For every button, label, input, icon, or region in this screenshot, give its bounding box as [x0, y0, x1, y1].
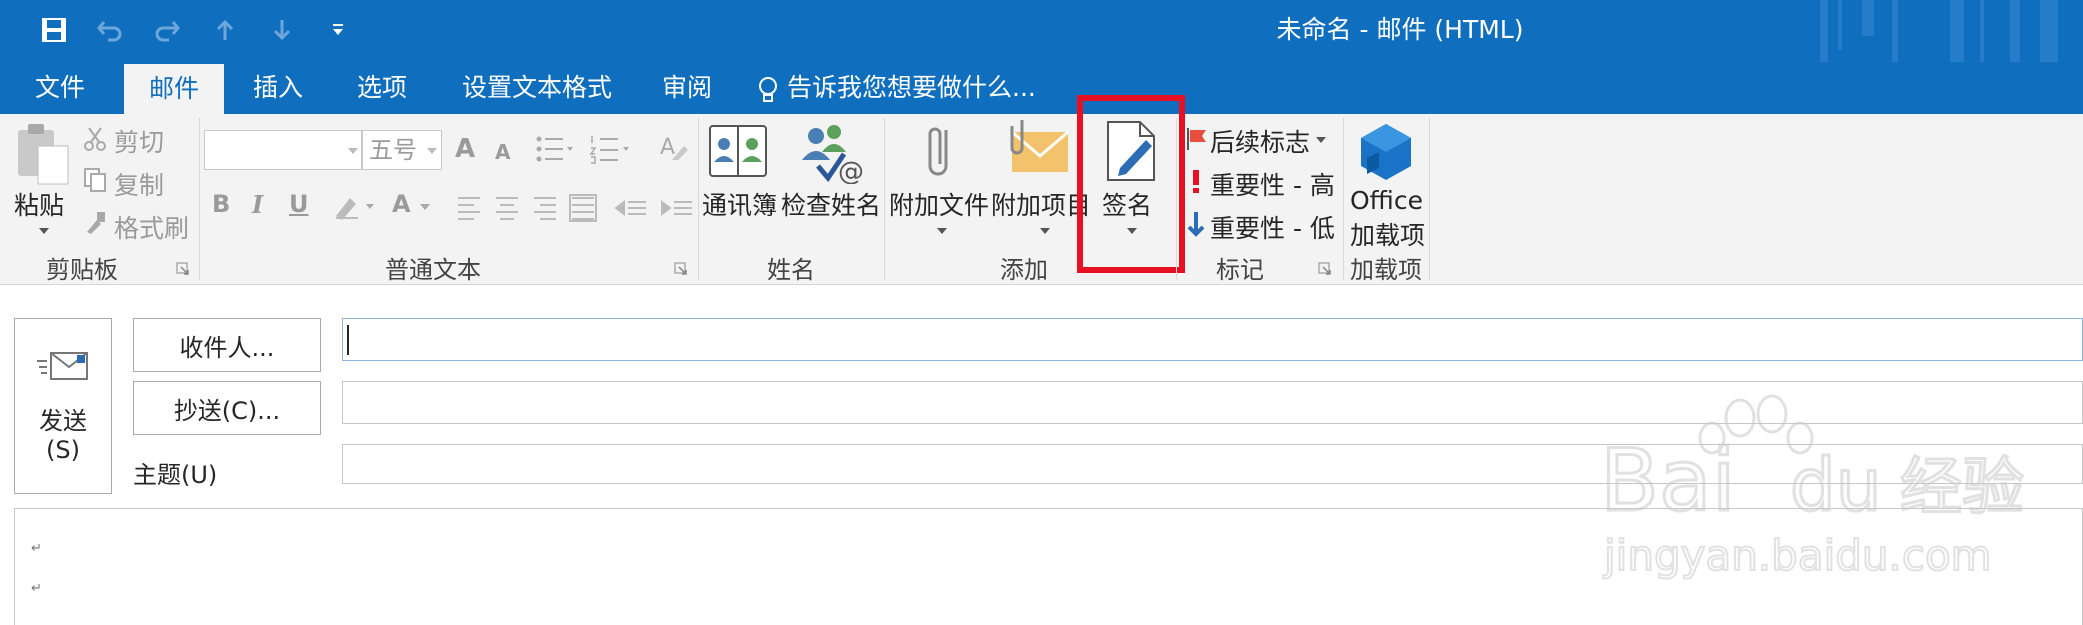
group-separator	[1343, 118, 1344, 280]
cc-button[interactable]: 抄送(C)...	[133, 381, 321, 435]
paragraph-mark: ↵	[31, 581, 42, 596]
tab-row	[0, 62, 2083, 114]
check-names-button[interactable]: 检查姓名	[781, 186, 881, 222]
clipboard-launcher-icon[interactable]	[176, 262, 190, 276]
shrink-font-icon[interactable]: A	[495, 140, 510, 164]
baidu-jingyan-watermark: Bai du 经验 jingyan.baidu.com	[1590, 390, 2070, 590]
high-importance-icon	[1186, 168, 1206, 194]
font-color-button[interactable]: A	[392, 190, 411, 218]
cut-button[interactable]: 剪切	[114, 123, 164, 159]
subject-label: 主题(U)	[133, 461, 218, 489]
bullets-icon[interactable]	[535, 134, 575, 164]
italic-button[interactable]: I	[252, 190, 263, 219]
bold-button[interactable]: B	[212, 190, 230, 218]
attach-item-icon	[1008, 118, 1070, 180]
redo-icon[interactable]	[147, 8, 187, 52]
tags-launcher-icon[interactable]	[1318, 262, 1332, 276]
attach-file-dropdown-icon[interactable]	[937, 228, 947, 234]
font-color-dropdown-icon[interactable]	[420, 204, 430, 210]
group-separator	[698, 118, 699, 280]
tab-mail[interactable]: 邮件	[124, 64, 224, 114]
attach-file-button[interactable]: 附加文件	[889, 186, 989, 222]
customize-qat-icon[interactable]	[318, 8, 358, 52]
text-cursor	[347, 325, 349, 355]
save-icon[interactable]	[34, 8, 74, 52]
office-addins-button-line2[interactable]: 加载项	[1350, 216, 1425, 252]
office-addins-button-line1[interactable]: Office	[1350, 186, 1423, 215]
watermark-du: du	[1790, 443, 1881, 527]
paste-icon	[14, 122, 72, 186]
group-separator	[1429, 118, 1430, 280]
format-painter-button[interactable]: 格式刷	[114, 209, 189, 245]
addins-group-label: 加载项	[1350, 256, 1422, 284]
names-group-label: 姓名	[767, 256, 815, 284]
group-separator	[199, 118, 200, 280]
basic-text-launcher-icon[interactable]	[674, 262, 688, 276]
underline-button[interactable]: U	[289, 190, 309, 218]
office-addins-icon	[1357, 122, 1415, 182]
attach-item-dropdown-icon[interactable]	[1040, 228, 1050, 234]
copy-button[interactable]: 复制	[114, 166, 164, 202]
send-label: 发送	[39, 406, 87, 435]
tell-me-search[interactable]: 告诉我您想要做什么...	[787, 62, 1036, 114]
send-shortcut: (S)	[46, 435, 80, 464]
numbering-icon[interactable]	[588, 134, 632, 164]
font-name-input[interactable]	[204, 130, 362, 170]
grow-font-icon[interactable]: A	[455, 134, 475, 164]
address-book-button[interactable]: 通讯簿	[702, 186, 777, 222]
font-name-dropdown-icon[interactable]	[348, 148, 358, 154]
window-title: 未命名 - 邮件 (HTML)	[1276, 15, 1524, 44]
tags-group-label: 标记	[1216, 256, 1264, 284]
to-button[interactable]: 收件人...	[133, 318, 321, 372]
group-separator	[1176, 118, 1177, 280]
highlight-icon[interactable]	[332, 190, 380, 222]
include-group-label: 添加	[1000, 256, 1048, 284]
title-bar	[0, 0, 2083, 62]
low-importance-button[interactable]: 重要性 - 低	[1210, 209, 1335, 245]
cut-icon	[83, 126, 107, 152]
paragraph-mark: ↵	[31, 541, 42, 556]
low-importance-icon	[1186, 210, 1206, 238]
paragraph-align-icons[interactable]	[456, 194, 706, 222]
tab-format-text[interactable]: 设置文本格式	[462, 62, 612, 114]
group-separator	[884, 118, 885, 280]
paste-dropdown-icon[interactable]	[39, 228, 49, 234]
high-importance-button[interactable]: 重要性 - 高	[1210, 166, 1335, 202]
copy-icon	[83, 167, 107, 193]
check-names-icon: @	[798, 122, 864, 187]
address-book-icon	[708, 122, 770, 182]
tab-options[interactable]: 选项	[357, 62, 407, 114]
follow-up-dropdown-icon[interactable]	[1316, 137, 1326, 143]
attach-item-button[interactable]: 附加项目	[991, 186, 1091, 222]
signature-highlight-box	[1077, 95, 1185, 273]
follow-up-button[interactable]: 后续标志	[1210, 123, 1310, 159]
clear-formatting-icon[interactable]: A	[658, 132, 690, 164]
clipboard-group-label: 剪贴板	[46, 256, 118, 284]
watermark-brand: 经验	[1900, 450, 2024, 523]
svg-text:A: A	[660, 135, 675, 160]
send-icon	[37, 351, 88, 380]
flag-icon	[1186, 126, 1208, 152]
to-field[interactable]	[342, 318, 2083, 361]
lightbulb-icon	[755, 75, 781, 105]
watermark-url: jingyan.baidu.com	[1603, 531, 1992, 580]
undo-icon[interactable]	[90, 8, 130, 52]
up-arrow-icon[interactable]	[205, 8, 245, 52]
paste-button[interactable]: 粘贴	[14, 186, 64, 222]
tab-review[interactable]: 审阅	[662, 62, 712, 114]
paperclip-icon	[924, 120, 958, 182]
font-size-dropdown-icon[interactable]	[427, 148, 437, 154]
watermark-bai: Bai	[1600, 431, 1736, 531]
basic-text-group-label: 普通文本	[385, 256, 481, 284]
down-arrow-icon[interactable]	[262, 8, 302, 52]
format-painter-icon	[83, 210, 107, 236]
tab-insert[interactable]: 插入	[253, 62, 303, 114]
send-button[interactable]: 发送 (S)	[14, 318, 112, 494]
svg-text:@: @	[838, 157, 864, 184]
tab-file[interactable]: 文件	[35, 62, 85, 114]
